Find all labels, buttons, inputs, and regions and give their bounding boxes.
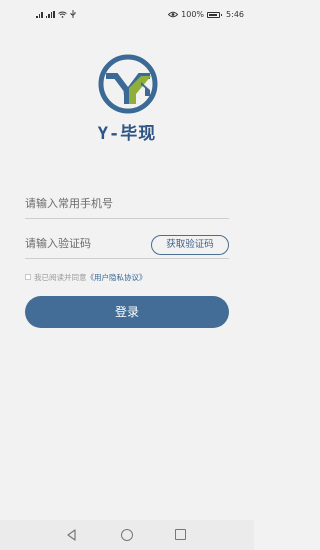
phone-field[interactable]	[25, 189, 229, 219]
home-icon[interactable]	[121, 529, 133, 541]
privacy-policy-link[interactable]: 《用户隐私协议》	[87, 272, 147, 283]
code-field[interactable]: 获取验证码	[25, 229, 229, 259]
login-button[interactable]: 登录	[25, 296, 229, 328]
signal-icon	[45, 10, 55, 18]
login-screen: 100% 5:46 Y-毕现 获取验证码 我已阅读并同意 《用户隐私协议》 登录	[0, 0, 254, 550]
status-left	[36, 10, 76, 18]
wifi-icon	[57, 11, 67, 18]
signal-icon	[36, 11, 43, 18]
eye-icon	[168, 11, 179, 18]
status-right: 100% 5:46	[168, 10, 244, 19]
get-code-button[interactable]: 获取验证码	[151, 235, 229, 255]
usb-icon	[70, 10, 75, 18]
system-nav-bar	[0, 520, 254, 550]
brand-name: Y-毕现	[97, 124, 157, 144]
phone-input[interactable]	[25, 189, 145, 218]
battery-percent: 100%	[181, 10, 205, 19]
agreement-row: 我已阅读并同意 《用户隐私协议》	[25, 271, 147, 283]
agreement-text: 我已阅读并同意	[34, 272, 87, 282]
recent-apps-icon[interactable]	[175, 529, 186, 540]
clock-time: 5:46	[226, 10, 244, 19]
app-logo	[98, 54, 158, 114]
battery-icon	[207, 11, 223, 18]
back-icon[interactable]	[66, 529, 78, 541]
status-bar: 100% 5:46	[0, 0, 254, 30]
code-input[interactable]	[25, 229, 145, 258]
agreement-checkbox[interactable]	[25, 274, 31, 280]
